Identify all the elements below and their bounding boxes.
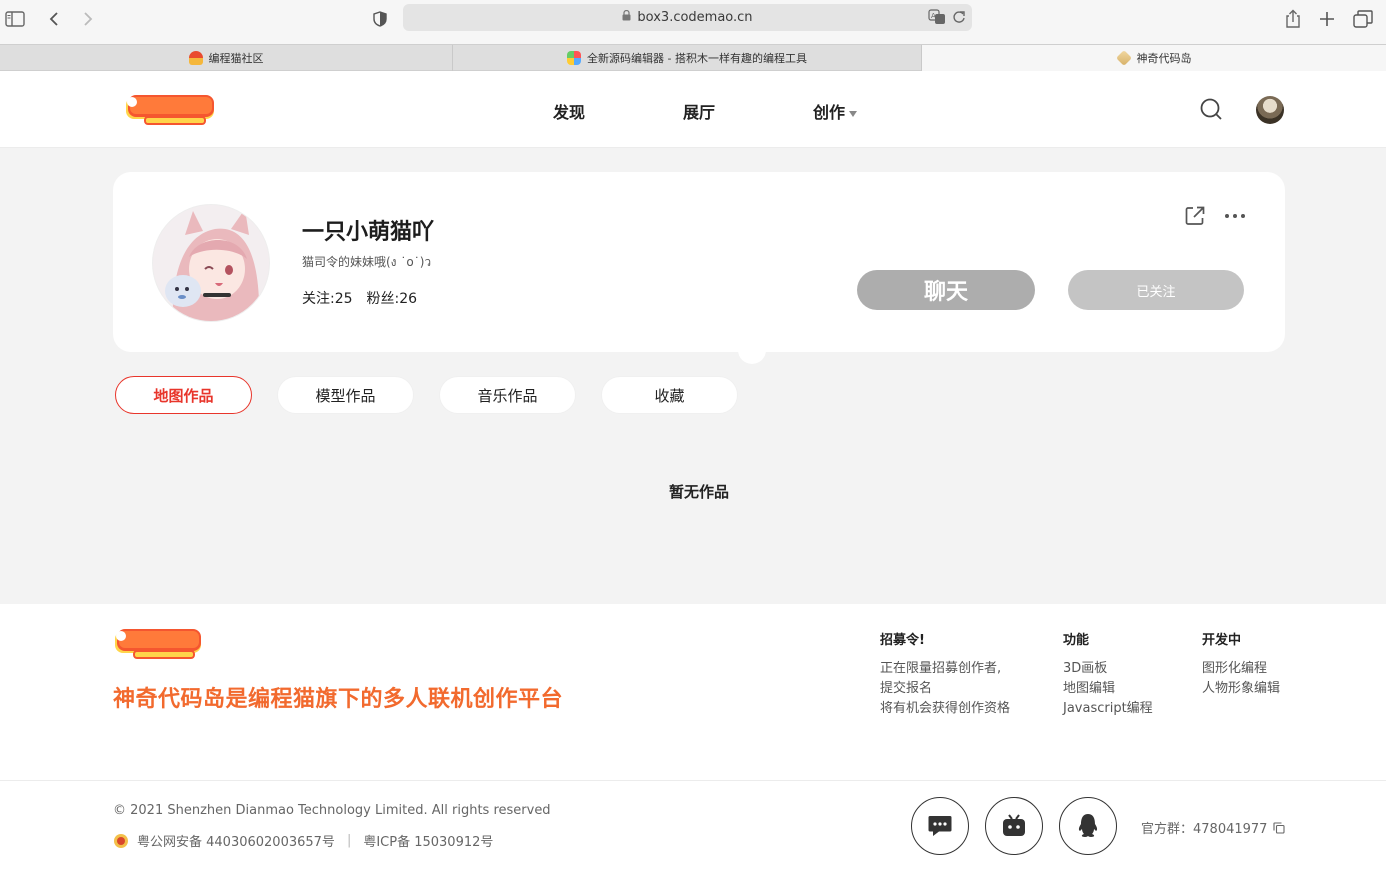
footer-col-title: 招募令!	[880, 633, 925, 648]
tab-source-editor[interactable]: 全新源码编辑器 - 搭积木一样有趣的编程工具	[453, 45, 922, 71]
copy-icon[interactable]	[1273, 821, 1286, 834]
box3-logo[interactable]	[124, 94, 218, 127]
footer-logo	[113, 628, 205, 660]
privacy-shield-icon[interactable]	[367, 8, 393, 30]
police-badge-icon	[113, 833, 129, 849]
browser-toolbar: box3.codemao.cn A	[0, 0, 1386, 44]
user-stats: 关注:25 粉丝:26	[302, 288, 431, 308]
box3-favicon-icon	[1115, 50, 1132, 66]
chat-button[interactable]: 聊天	[857, 270, 1035, 310]
tab-box3[interactable]: 神奇代码岛	[922, 45, 1386, 71]
footer-link[interactable]: Javascript编程	[1063, 699, 1153, 719]
username: 一只小萌猫吖	[302, 220, 435, 245]
footer-link[interactable]: 3D画板	[1063, 659, 1153, 679]
tab-map-works[interactable]: 地图作品	[115, 376, 252, 414]
footer-link[interactable]: 将有机会获得创作资格	[880, 699, 1010, 719]
search-icon[interactable]	[1199, 97, 1223, 121]
nav-discover[interactable]: 发现	[553, 99, 585, 123]
back-icon[interactable]	[41, 8, 67, 30]
lock-icon	[622, 9, 631, 25]
tab-codemao-community[interactable]: 编程猫社区	[0, 45, 453, 71]
new-tab-icon[interactable]	[1314, 8, 1340, 30]
more-options-icon[interactable]	[1223, 205, 1247, 227]
nav-gallery[interactable]: 展厅	[683, 99, 715, 123]
sidebar-toggle-icon[interactable]	[2, 8, 28, 30]
footer-slogan: 神奇代码岛是编程猫旗下的多人联机创作平台	[113, 687, 564, 712]
qq-icon[interactable]	[1059, 797, 1117, 855]
footer: 神奇代码岛是编程猫旗下的多人联机创作平台 招募令! 正在限量招募创作者, 提交报…	[0, 604, 1386, 878]
following-count[interactable]: 关注:25	[302, 291, 353, 307]
tab-strip: 编程猫社区 全新源码编辑器 - 搭积木一样有趣的编程工具 神奇代码岛	[0, 44, 1386, 71]
footer-col-title: 开发中	[1202, 633, 1242, 648]
nav-create[interactable]: 创作	[813, 99, 858, 123]
codemao-favicon-icon	[188, 51, 203, 65]
empty-state-text: 暂无作品	[668, 483, 729, 501]
followers-count[interactable]: 粉丝:26	[367, 291, 418, 307]
icp-record[interactable]: 粤ICP备 15030912号	[363, 831, 493, 850]
footer-link[interactable]: 正在限量招募创作者,	[880, 659, 1010, 679]
footer-col-title: 功能	[1063, 633, 1090, 648]
forward-icon[interactable]	[75, 8, 101, 30]
follow-button[interactable]: 已关注	[1068, 270, 1244, 310]
caret-down-icon	[849, 110, 858, 117]
tab-music-works[interactable]: 音乐作品	[439, 376, 576, 414]
user-bio: 猫司令的妹妹哦(ง ˙o˙)ว	[302, 255, 432, 269]
qq-group-number: 官方群：478041977	[1141, 822, 1268, 837]
bilibili-icon[interactable]	[985, 797, 1043, 855]
external-share-icon[interactable]	[1184, 205, 1206, 227]
community-chat-icon[interactable]	[911, 797, 969, 855]
user-avatar[interactable]	[1256, 96, 1284, 124]
footer-link[interactable]: 地图编辑	[1063, 679, 1153, 699]
profile-avatar	[152, 204, 270, 322]
profile-card: 一只小萌猫吖 猫司令的妹妹哦(ง ˙o˙)ว 关注:25 粉丝:26 聊天 已关注	[113, 172, 1285, 352]
copyright-text: © 2021 Shenzhen Dianmao Technology Limit…	[113, 803, 551, 818]
tab-favorites[interactable]: 收藏	[601, 376, 738, 414]
translate-icon[interactable]: A	[928, 9, 946, 29]
separator: |	[346, 833, 352, 848]
tab-label: 编程猫社区	[208, 52, 264, 65]
tab-label: 全新源码编辑器 - 搭积木一样有趣的编程工具	[587, 52, 807, 65]
footer-link[interactable]: 提交报名	[880, 679, 1010, 699]
tab-label: 神奇代码岛	[1136, 52, 1192, 65]
nav-label: 创作	[813, 103, 846, 122]
card-notch	[738, 350, 766, 364]
reload-icon[interactable]	[952, 9, 966, 29]
svg-text:A: A	[931, 12, 936, 20]
editor-favicon-icon	[567, 51, 582, 65]
footer-link[interactable]: 人物形象编辑	[1202, 679, 1280, 699]
license-info: 粤公网安备 44030602003657号 | 粤ICP备 15030912号	[113, 831, 493, 850]
site-header: 发现 展厅 创作	[0, 71, 1386, 148]
police-record[interactable]: 粤公网安备 44030602003657号	[137, 831, 335, 850]
tab-model-works[interactable]: 模型作品	[277, 376, 414, 414]
share-icon[interactable]	[1280, 8, 1306, 30]
qq-group-info: 官方群：478041977	[1141, 818, 1286, 837]
nav-label: 展厅	[683, 103, 716, 122]
footer-col-recruit: 招募令! 正在限量招募创作者, 提交报名 将有机会获得创作资格	[880, 629, 1010, 719]
url-text: box3.codemao.cn	[637, 10, 753, 25]
footer-col-features: 功能 3D画板 地图编辑 Javascript编程	[1063, 629, 1153, 719]
footer-col-developing: 开发中 图形化编程 人物形象编辑	[1202, 629, 1280, 699]
address-bar[interactable]: box3.codemao.cn A	[403, 4, 972, 31]
footer-divider	[0, 780, 1386, 781]
tab-overview-icon[interactable]	[1350, 8, 1376, 30]
nav-label: 发现	[553, 103, 586, 122]
footer-link[interactable]: 图形化编程	[1202, 659, 1280, 679]
